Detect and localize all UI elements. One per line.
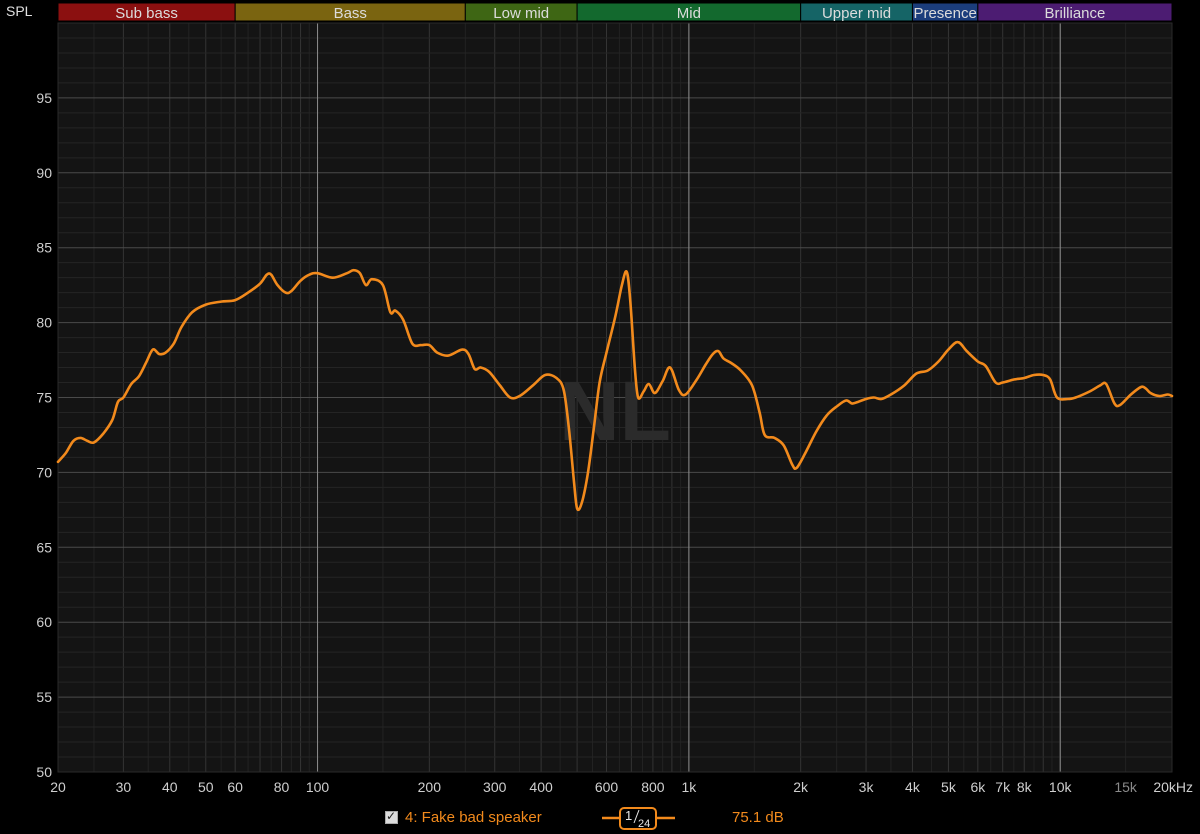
y-tick-label: 90 bbox=[36, 165, 52, 181]
x-tick-label: 600 bbox=[595, 779, 619, 795]
x-tick-label: 3k bbox=[859, 779, 875, 795]
x-tick-label: 4k bbox=[905, 779, 921, 795]
x-tick-label: 5k bbox=[941, 779, 957, 795]
x-tick-label: 60 bbox=[227, 779, 243, 795]
band-label: Presence bbox=[913, 5, 976, 22]
x-tick-label: 40 bbox=[162, 779, 178, 795]
x-tick-label: 15k bbox=[1114, 779, 1138, 795]
y-tick-label: 95 bbox=[36, 90, 52, 106]
band-label: Bass bbox=[334, 5, 367, 22]
x-tick-label: 300 bbox=[483, 779, 507, 795]
x-tick-label: 200 bbox=[418, 779, 442, 795]
y-tick-label: 80 bbox=[36, 315, 52, 331]
x-tick-label: 8k bbox=[1017, 779, 1033, 795]
x-tick-label: 20kHz bbox=[1153, 779, 1193, 795]
x-tick-label: 400 bbox=[529, 779, 553, 795]
band-label: Low mid bbox=[493, 5, 549, 22]
smoothing-denominator: 24 bbox=[638, 818, 650, 830]
x-tick-label: 10k bbox=[1049, 779, 1073, 795]
x-tick-label: 20 bbox=[50, 779, 66, 795]
x-tick-label: 1k bbox=[681, 779, 697, 795]
band-label: Upper mid bbox=[822, 5, 891, 22]
x-tick-label: 7k bbox=[995, 779, 1011, 795]
spl-chart[interactable]: NL Sub bass Bass Low mid Mid Upper mid Presen… bbox=[0, 0, 1200, 834]
series-name: 4: Fake bad speaker bbox=[405, 809, 542, 826]
y-tick-label: 50 bbox=[36, 764, 52, 780]
band-label: Brilliance bbox=[1044, 5, 1105, 22]
y-tick-label: 70 bbox=[36, 464, 52, 480]
x-tick-label: 30 bbox=[116, 779, 132, 795]
y-tick-label: 65 bbox=[36, 539, 52, 555]
x-tick-label: 80 bbox=[274, 779, 290, 795]
x-tick-label: 50 bbox=[198, 779, 214, 795]
y-tick-label: 55 bbox=[36, 689, 52, 705]
frequency-bands: Sub bass Bass Low mid Mid Upper mid Presence B… bbox=[57, 2, 1173, 22]
x-tick-label: 2k bbox=[793, 779, 809, 795]
x-tick-label: 800 bbox=[641, 779, 665, 795]
y-tick-label: 75 bbox=[36, 390, 52, 406]
smoothing-numerator: 1 bbox=[625, 808, 632, 823]
cursor-value: 75.1 dB bbox=[732, 809, 784, 826]
y-tick-label: 85 bbox=[36, 240, 52, 256]
y-axis-title: SPL bbox=[6, 3, 33, 19]
watermark: NL bbox=[559, 364, 671, 458]
series-visibility-checkbox[interactable] bbox=[385, 809, 398, 824]
x-tick-label: 100 bbox=[306, 779, 330, 795]
x-tick-label: 6k bbox=[970, 779, 986, 795]
band-label: Sub bass bbox=[115, 5, 178, 22]
legend: 4: Fake bad speaker 1 24 75.1 dB bbox=[0, 804, 1200, 834]
y-tick-label: 60 bbox=[36, 614, 52, 630]
band-label: Mid bbox=[677, 5, 701, 22]
smoothing-selector[interactable]: 1 24 bbox=[600, 806, 678, 830]
